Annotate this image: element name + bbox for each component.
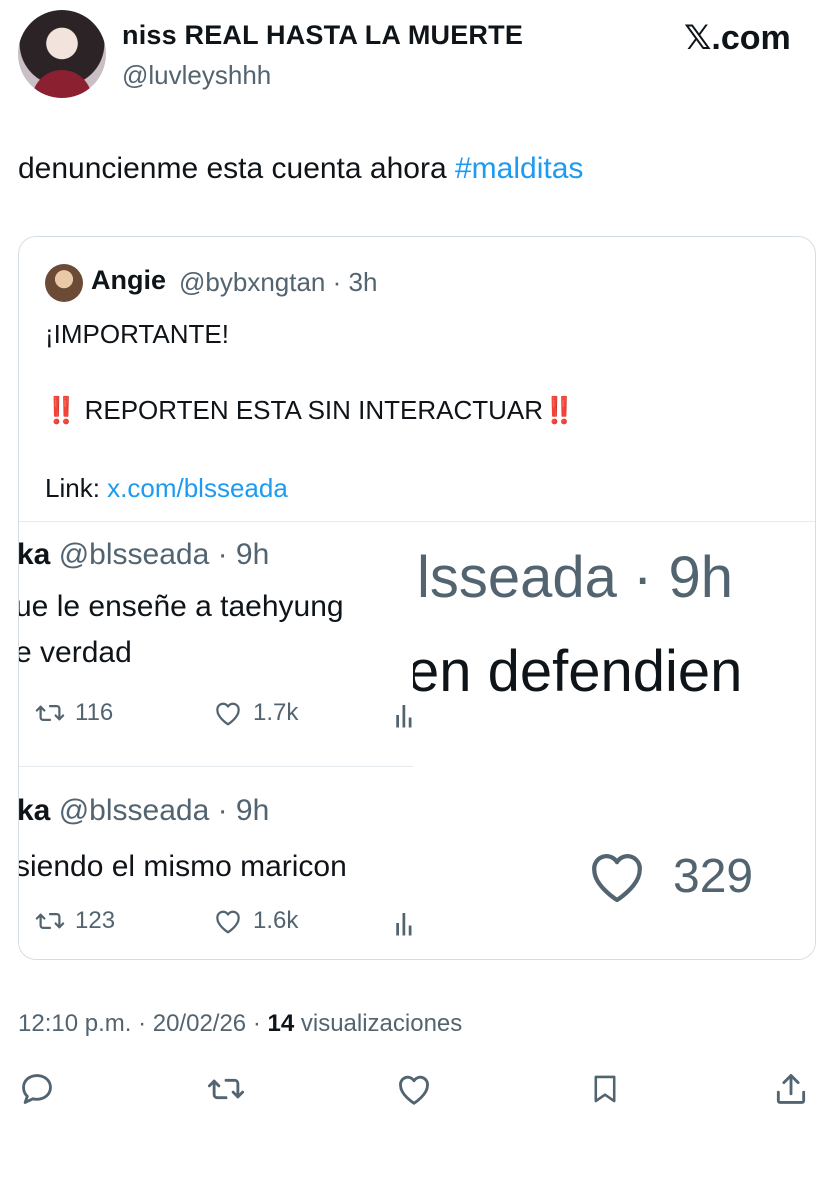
screenshot-views-icon	[393, 700, 413, 730]
like-icon	[216, 702, 240, 726]
retweet-icon	[35, 913, 65, 929]
quoted-text-main: REPORTEN ESTA SIN INTERACTUAR	[77, 395, 544, 425]
tweet-body: denuncienme esta cuenta ahora	[18, 152, 455, 185]
views-count: 14	[267, 1010, 295, 1037]
zoomed-handle: lsseada · 9h	[417, 545, 733, 610]
quoted-author-name: Angie	[91, 265, 167, 295]
screenshot-crop-zoomed: lsseada · 9h en defendien 329	[413, 522, 815, 959]
screenshot-views-icon	[393, 908, 413, 938]
screenshot-retweet-count: 123	[33, 906, 115, 936]
quoted-text-body: ‼️ REPORTEN ESTA SIN INTERACTUAR‼️	[45, 395, 575, 426]
quoted-text-heading: ¡IMPORTANTE!	[45, 319, 229, 349]
link-label: Link:	[45, 473, 108, 503]
like-icon	[592, 854, 642, 903]
retweet-icon	[35, 705, 65, 721]
views-label: visualizaciones	[294, 1010, 463, 1037]
views-icon	[396, 705, 412, 728]
like-button[interactable]	[394, 1070, 432, 1108]
screenshot-crop-left: ka @blsseada · 9h ue le enseñe a taehyun…	[19, 522, 413, 959]
bookmark-icon	[594, 1075, 616, 1103]
like-icon	[399, 1075, 429, 1105]
double-exclamation-icon: ‼️	[45, 395, 78, 425]
screenshot-author-name: ka	[19, 538, 51, 571]
quoted-author-meta: @bybxngtan · 3h	[179, 267, 378, 297]
quoted-link[interactable]: x.com/blsseada	[107, 473, 288, 503]
screenshot-author-name: ka	[19, 794, 51, 827]
screenshot-like-count: 1.7k	[211, 698, 298, 728]
quoted-tweet-card[interactable]: Angie @bybxngtan · 3h ¡IMPORTANTE! ‼️ RE…	[18, 236, 816, 960]
tweet-timestamp: 12:10 p.m. · 20/02/26 · 14 visualizacion…	[18, 1010, 462, 1038]
x-logo: 𝕏.com	[684, 19, 791, 57]
embedded-screenshot[interactable]: ka @blsseada · 9h ue le enseñe a taehyun…	[19, 521, 815, 959]
tweet-text: denuncienme esta cuenta ahora #malditas	[18, 152, 583, 186]
divider	[19, 766, 413, 767]
hashtag-link[interactable]: #malditas	[455, 152, 583, 185]
screenshot-like-count: 1.6k	[211, 906, 298, 936]
screenshot-tweet-header: ka @blsseada · 9h	[19, 538, 269, 572]
screenshot-tweet-text: ue le enseñe a taehyung	[19, 590, 344, 623]
screenshot-retweet-count: 116	[33, 698, 113, 728]
screenshot-author-handle: @blsseada · 9h	[58, 538, 270, 571]
time-date[interactable]: 12:10 p.m. · 20/02/26 ·	[18, 1010, 267, 1037]
quoted-link-line: Link: x.com/blsseada	[45, 473, 288, 504]
reply-icon	[22, 1074, 52, 1104]
author-avatar[interactable]	[18, 10, 106, 98]
reply-button[interactable]	[18, 1070, 56, 1108]
share-button[interactable]	[772, 1070, 810, 1108]
screenshot-author-handle: @blsseada · 9h	[58, 794, 270, 827]
bookmark-button[interactable]	[588, 1070, 626, 1108]
screenshot-tweet-header: ka @blsseada · 9h	[19, 794, 269, 828]
double-exclamation-icon: ‼️	[543, 395, 576, 425]
zoomed-like-count: 329	[581, 844, 753, 908]
author-name[interactable]: niss REAL HASTA LA MUERTE	[122, 20, 523, 51]
quoted-author-avatar	[45, 264, 83, 302]
screenshot-tweet-text: siendo el mismo maricon	[19, 850, 347, 883]
views-icon	[396, 913, 412, 936]
like-icon	[216, 910, 240, 934]
retweet-icon	[207, 1078, 245, 1100]
screenshot-tweet-text: e verdad	[19, 636, 132, 669]
share-icon	[776, 1074, 806, 1104]
zoomed-text: en defendien	[413, 639, 743, 704]
retweet-button[interactable]	[206, 1070, 245, 1108]
author-handle[interactable]: @luvleyshhh	[122, 60, 271, 91]
